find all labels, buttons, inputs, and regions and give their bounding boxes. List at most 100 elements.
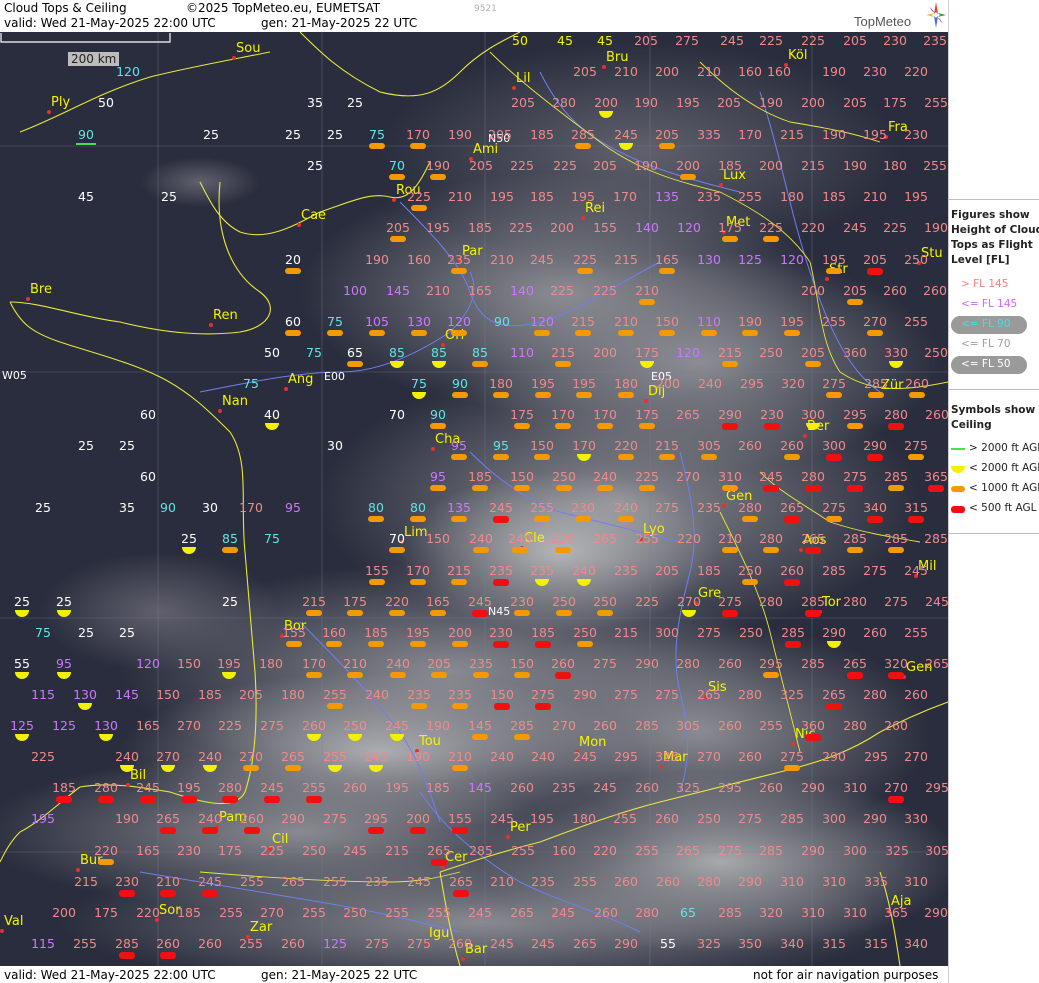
scale-bar [0, 33, 171, 43]
ceiling-symbol [784, 454, 800, 460]
city-dot [659, 765, 663, 769]
ceiling-symbol [826, 392, 842, 398]
flight-level-label: 190 [406, 749, 430, 764]
coordinate-label: E00 [324, 370, 345, 383]
flight-level-label: 285 [469, 843, 493, 858]
flight-level-label: 270 [260, 905, 284, 920]
city-dot [284, 387, 288, 391]
flight-level-label: 285 [801, 594, 825, 609]
flight-level-label: 175 [718, 220, 742, 235]
flight-level-label: 170 [406, 563, 430, 578]
flight-level-label: 270 [697, 749, 721, 764]
ceiling-symbol [160, 827, 176, 834]
ceiling-symbol [847, 485, 863, 492]
ceiling-symbol [451, 330, 467, 336]
footer-bar: valid: Wed 21-May-2025 22:00 UTC gen: 21… [0, 966, 948, 983]
city-dot [232, 56, 236, 60]
ceiling-symbol [410, 579, 426, 585]
flight-level-label: 205 [488, 127, 512, 142]
ceiling-symbol [535, 641, 551, 648]
ceiling-symbol [514, 672, 530, 678]
flight-level-label: 20 [285, 252, 301, 267]
flight-level-label: 295 [864, 749, 888, 764]
place-name: Cae [301, 208, 327, 223]
flight-level-label: 235 [447, 252, 471, 267]
flight-level-label: 330 [884, 345, 908, 360]
ceiling-symbol [618, 454, 634, 460]
brand-name: TopMeteo [854, 14, 912, 29]
flight-level-label: 155 [593, 220, 617, 235]
flight-level-label: 170 [406, 127, 430, 142]
ceiling-symbol [473, 672, 489, 678]
flight-level-label: 245 [843, 220, 867, 235]
ceiling-symbol [556, 610, 572, 616]
flight-level-label: 160 [322, 625, 346, 640]
flight-level-label: 175 [218, 843, 242, 858]
ceiling-symbol [805, 610, 821, 617]
flight-level-label: 200 [759, 158, 783, 173]
ceiling-symbol [98, 796, 114, 803]
satellite-map[interactable]: Sou Ply Lil Bru Köl Ami Fra Lux Rou Cae Rei Met Par S… [0, 32, 948, 966]
flight-level-label: 265 [510, 905, 534, 920]
flight-level-label: 225 [593, 283, 617, 298]
flight-level-label: 205 [573, 64, 597, 79]
flight-level-label: 125 [10, 718, 34, 733]
flight-level-label: 225 [550, 283, 574, 298]
ceiling-symbol [535, 392, 551, 398]
flight-level-label: 210 [718, 531, 742, 546]
ceiling-symbol [160, 890, 176, 897]
ceiling-symbol [493, 579, 509, 586]
flight-level-label: 215 [447, 563, 471, 578]
ceiling-symbol [597, 423, 613, 429]
flight-level-label: 245 [551, 905, 575, 920]
flight-level-label: 195 [572, 376, 596, 391]
flight-level-label: 275 [884, 594, 908, 609]
flight-level-label: 225 [759, 220, 783, 235]
city-dot [126, 783, 130, 787]
flight-level-label: 280 [552, 95, 576, 110]
flight-level-label: 175 [883, 95, 907, 110]
flight-level-label: 245 [593, 780, 617, 795]
legend-level-item: <= FL 70 [949, 336, 1039, 354]
ceiling-symbol [784, 330, 800, 336]
flight-level-label: 290 [635, 656, 659, 671]
flight-level-label: 260 [738, 749, 762, 764]
flight-level-label: 260 [718, 718, 742, 733]
ceiling-symbol [514, 610, 530, 616]
flight-level-label: 105 [365, 314, 389, 329]
flight-level-label: 295 [614, 749, 638, 764]
flight-level-label: 235 [697, 500, 721, 515]
flight-level-label: 135 [655, 189, 679, 204]
ceiling-symbol [826, 454, 842, 461]
flight-level-label: 270 [676, 469, 700, 484]
ceiling-symbol [514, 423, 530, 429]
flight-level-label: 305 [925, 843, 948, 858]
ceiling-symbol [784, 516, 800, 523]
flight-level-label: 200 [406, 811, 430, 826]
city-dot [297, 223, 301, 227]
flight-level-label: 235 [530, 563, 554, 578]
ceiling-symbol [888, 547, 904, 553]
flight-level-label: 255 [239, 936, 263, 951]
flight-level-label: 280 [218, 780, 242, 795]
ceiling-symbol [369, 143, 385, 149]
flight-level-label: 250 [738, 563, 762, 578]
flight-level-label: 320 [781, 376, 805, 391]
ceiling-symbol [430, 485, 446, 491]
ceiling-symbol [493, 641, 509, 648]
flight-level-label: 25 [119, 438, 135, 453]
symbols-title-1: Symbols show [951, 404, 1036, 416]
flight-level-label: 205 [427, 656, 451, 671]
ceiling-symbol [555, 423, 571, 429]
flight-level-label: 220 [677, 531, 701, 546]
flight-level-label: 250 [343, 905, 367, 920]
flight-level-label: 320 [759, 905, 783, 920]
flight-level-label: 255 [822, 314, 846, 329]
flight-level-label: 275 [780, 749, 804, 764]
flight-level-label: 290 [863, 811, 887, 826]
flight-level-label: 275 [531, 687, 555, 702]
flight-level-label: 275 [718, 594, 742, 609]
ceiling-symbol [222, 796, 238, 803]
flight-level-label: 30 [327, 438, 343, 453]
flight-level-label: 215 [614, 625, 638, 640]
